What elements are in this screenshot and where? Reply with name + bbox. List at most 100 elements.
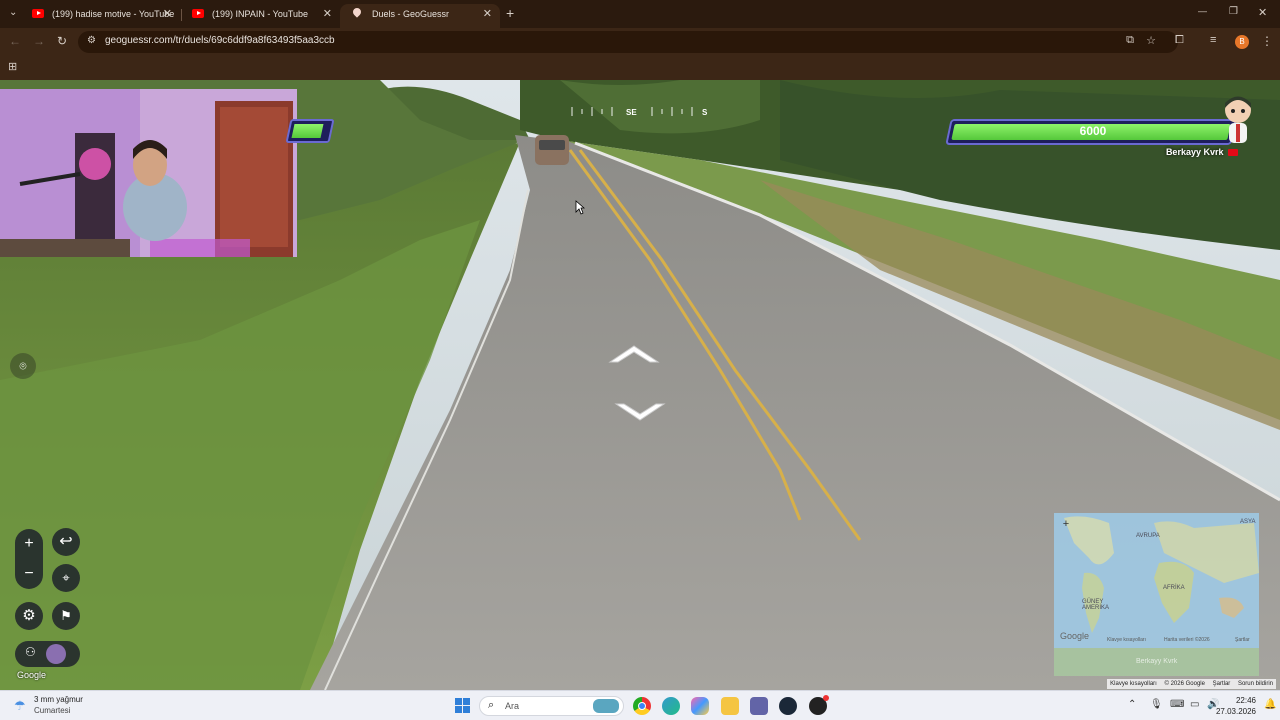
compass-se-label: SE bbox=[626, 108, 637, 117]
profile-avatar[interactable]: B bbox=[1235, 35, 1249, 49]
teams-app-icon[interactable] bbox=[750, 697, 768, 715]
undo-button[interactable]: ↩ bbox=[52, 528, 80, 556]
forward-icon[interactable]: → bbox=[33, 34, 45, 48]
attrib-terms[interactable]: Şartlar bbox=[1213, 681, 1231, 687]
compass-s-label: S bbox=[702, 108, 708, 117]
geoguessr-pin-icon bbox=[352, 8, 362, 20]
clock[interactable]: 22:46 27.03.2026 bbox=[1216, 695, 1256, 717]
attrib-shortcuts[interactable]: Klavye kısayolları bbox=[1110, 681, 1157, 687]
turkey-flag-icon bbox=[1228, 149, 1238, 157]
zoom-out-button[interactable]: − bbox=[15, 561, 43, 587]
notification-bell-icon[interactable]: 🔔 bbox=[1264, 699, 1276, 710]
new-tab-button[interactable]: + bbox=[506, 5, 514, 21]
tab-geoguessr-duels[interactable]: Duels - GeoGuessr ✕ bbox=[340, 4, 500, 28]
map-footer-data: Harita verileri ©2026 bbox=[1164, 637, 1210, 643]
recording-app-icon[interactable] bbox=[809, 695, 829, 715]
rain-icon[interactable]: ☂ bbox=[14, 698, 26, 714]
taskbar-search[interactable]: ⌕ Ara bbox=[479, 696, 624, 716]
camera-icon[interactable]: ⌾ bbox=[10, 353, 36, 379]
tab-youtube-inpain[interactable]: (199) INPAIN - YouTube ✕ bbox=[180, 4, 340, 28]
search-icon: ⌕ bbox=[488, 699, 495, 711]
chat-controls: ⚇ bbox=[15, 641, 80, 667]
extensions-icon[interactable]: ⧠ bbox=[1175, 34, 1184, 47]
tab-title: Duels - GeoGuessr bbox=[372, 9, 450, 19]
google-logo: Google bbox=[17, 670, 47, 680]
map-attribution: Klavye kısayolları © 2026 Google Şartlar… bbox=[1107, 679, 1276, 689]
clock-date: 27.03.2026 bbox=[1215, 707, 1256, 716]
keyboard-icon[interactable]: ⌨ bbox=[1170, 699, 1184, 710]
close-tab-icon[interactable]: ✕ bbox=[323, 4, 332, 24]
undo-icon: ↩ bbox=[59, 533, 73, 550]
file-explorer-icon[interactable] bbox=[721, 697, 739, 715]
bookmark-star-icon[interactable]: ☆ bbox=[1146, 34, 1156, 47]
chevron-up-icon[interactable]: ⌃ bbox=[1128, 699, 1136, 710]
zoom-controls: + − bbox=[15, 529, 43, 589]
compass: SE S bbox=[566, 104, 708, 120]
close-tab-icon[interactable]: ✕ bbox=[163, 4, 172, 24]
clock-time: 22:46 bbox=[1235, 696, 1256, 705]
weather-text[interactable]: 3 mm yağmur bbox=[34, 695, 83, 704]
url-text: geoguessr.com/tr/duels/69c6ddf9a8f63493f… bbox=[105, 35, 335, 46]
back-icon[interactable]: ← bbox=[9, 34, 21, 48]
player-health-bar bbox=[285, 119, 335, 143]
search-label: Ara bbox=[505, 701, 520, 711]
forward-arrow[interactable] bbox=[606, 342, 662, 366]
minimize-button[interactable]: — bbox=[1198, 6, 1207, 16]
edge-app-icon[interactable] bbox=[662, 697, 680, 715]
attrib-copyright: © 2026 Google bbox=[1164, 681, 1205, 687]
gear-icon: ⚙ bbox=[22, 607, 36, 624]
map-label-africa: AFRİKA bbox=[1163, 585, 1185, 591]
pin-icon: ⌖ bbox=[62, 570, 70, 585]
attrib-report[interactable]: Sorun bildirin bbox=[1238, 681, 1273, 687]
install-icon[interactable]: ⧉ bbox=[1126, 34, 1134, 47]
tab-youtube-hadise[interactable]: (199) hadise motive - YouTube ✕ bbox=[20, 4, 180, 28]
reload-icon[interactable]: ↻ bbox=[57, 34, 67, 48]
bookmarks-bar: ⊞ bbox=[0, 56, 1280, 80]
tab-search-icon[interactable]: ⌄ bbox=[9, 7, 17, 18]
zoom-in-button[interactable]: + bbox=[15, 531, 43, 557]
webcam-overlay bbox=[0, 89, 297, 257]
display-icon[interactable]: ▭ bbox=[1190, 699, 1199, 710]
map-label-south-america: GÜNEY AMERİKA bbox=[1082, 599, 1110, 611]
player-health-fill bbox=[291, 124, 324, 138]
search-highlight-icon bbox=[593, 699, 619, 713]
opponent-score: 6000 bbox=[1079, 124, 1107, 138]
windows-start-icon[interactable] bbox=[455, 698, 470, 713]
copilot-app-icon[interactable] bbox=[691, 697, 709, 715]
flag-icon: ⚑ bbox=[60, 608, 72, 623]
youtube-icon bbox=[32, 9, 44, 18]
tab-title: (199) hadise motive - YouTube bbox=[52, 9, 175, 19]
microphone-icon[interactable]: 🎙 bbox=[1150, 699, 1163, 710]
guess-minimap[interactable]: AVRUPA ASYA AFRİKA GÜNEY AMERİKA Google … bbox=[1054, 513, 1259, 648]
tab-bar: ⌄ (199) hadise motive - YouTube ✕ (199) … bbox=[0, 0, 1280, 28]
taskbar: ☂ 3 mm yağmur Cumartesi ⌕ Ara ⌃ 🎙 ⌨ ▭ 🔊 … bbox=[0, 690, 1280, 720]
media-icon[interactable]: ≡ bbox=[1210, 34, 1216, 46]
maximize-button[interactable]: ❐ bbox=[1229, 6, 1238, 17]
flag-button[interactable]: ⚑ bbox=[52, 602, 80, 630]
close-tab-icon[interactable]: ✕ bbox=[483, 4, 492, 24]
back-arrow[interactable] bbox=[612, 400, 668, 424]
map-footer-shortcuts[interactable]: Klavye kısayolları bbox=[1107, 637, 1146, 643]
map-expand-button[interactable]: + bbox=[1060, 518, 1072, 530]
omnibox[interactable]: ⚙ geoguessr.com/tr/duels/69c6ddf9a8f6349… bbox=[78, 31, 1178, 53]
steam-app-icon[interactable] bbox=[779, 697, 797, 715]
chrome-app-icon[interactable] bbox=[633, 697, 651, 715]
map-label-asia: ASYA bbox=[1240, 519, 1256, 525]
return-to-start-button[interactable]: ⌖ bbox=[52, 564, 80, 592]
apps-grid-icon[interactable]: ⊞ bbox=[8, 60, 17, 73]
opponent-name-text: Berkayy Kvrk bbox=[1165, 147, 1224, 157]
mouse-cursor bbox=[575, 200, 585, 215]
people-icon[interactable]: ⚇ bbox=[25, 645, 36, 659]
site-info-icon[interactable]: ⚙ bbox=[87, 35, 96, 46]
opponent-name: Berkayy Kvrk bbox=[1166, 147, 1238, 157]
minimap-player-name: Berkayy Kvrk bbox=[1136, 658, 1178, 665]
menu-icon[interactable]: ⋮ bbox=[1261, 34, 1273, 48]
opponent-avatar bbox=[1222, 94, 1254, 146]
map-footer-terms[interactable]: Şartlar bbox=[1235, 637, 1250, 643]
emote-icon[interactable] bbox=[46, 644, 66, 664]
map-watermark: Google bbox=[1060, 631, 1090, 641]
settings-button[interactable]: ⚙ bbox=[15, 602, 43, 630]
address-bar: ← → ↻ ⚙ geoguessr.com/tr/duels/69c6ddf9a… bbox=[0, 28, 1280, 56]
close-window-button[interactable]: ✕ bbox=[1258, 6, 1267, 19]
minimap-footer: Berkayy Kvrk bbox=[1054, 648, 1259, 676]
